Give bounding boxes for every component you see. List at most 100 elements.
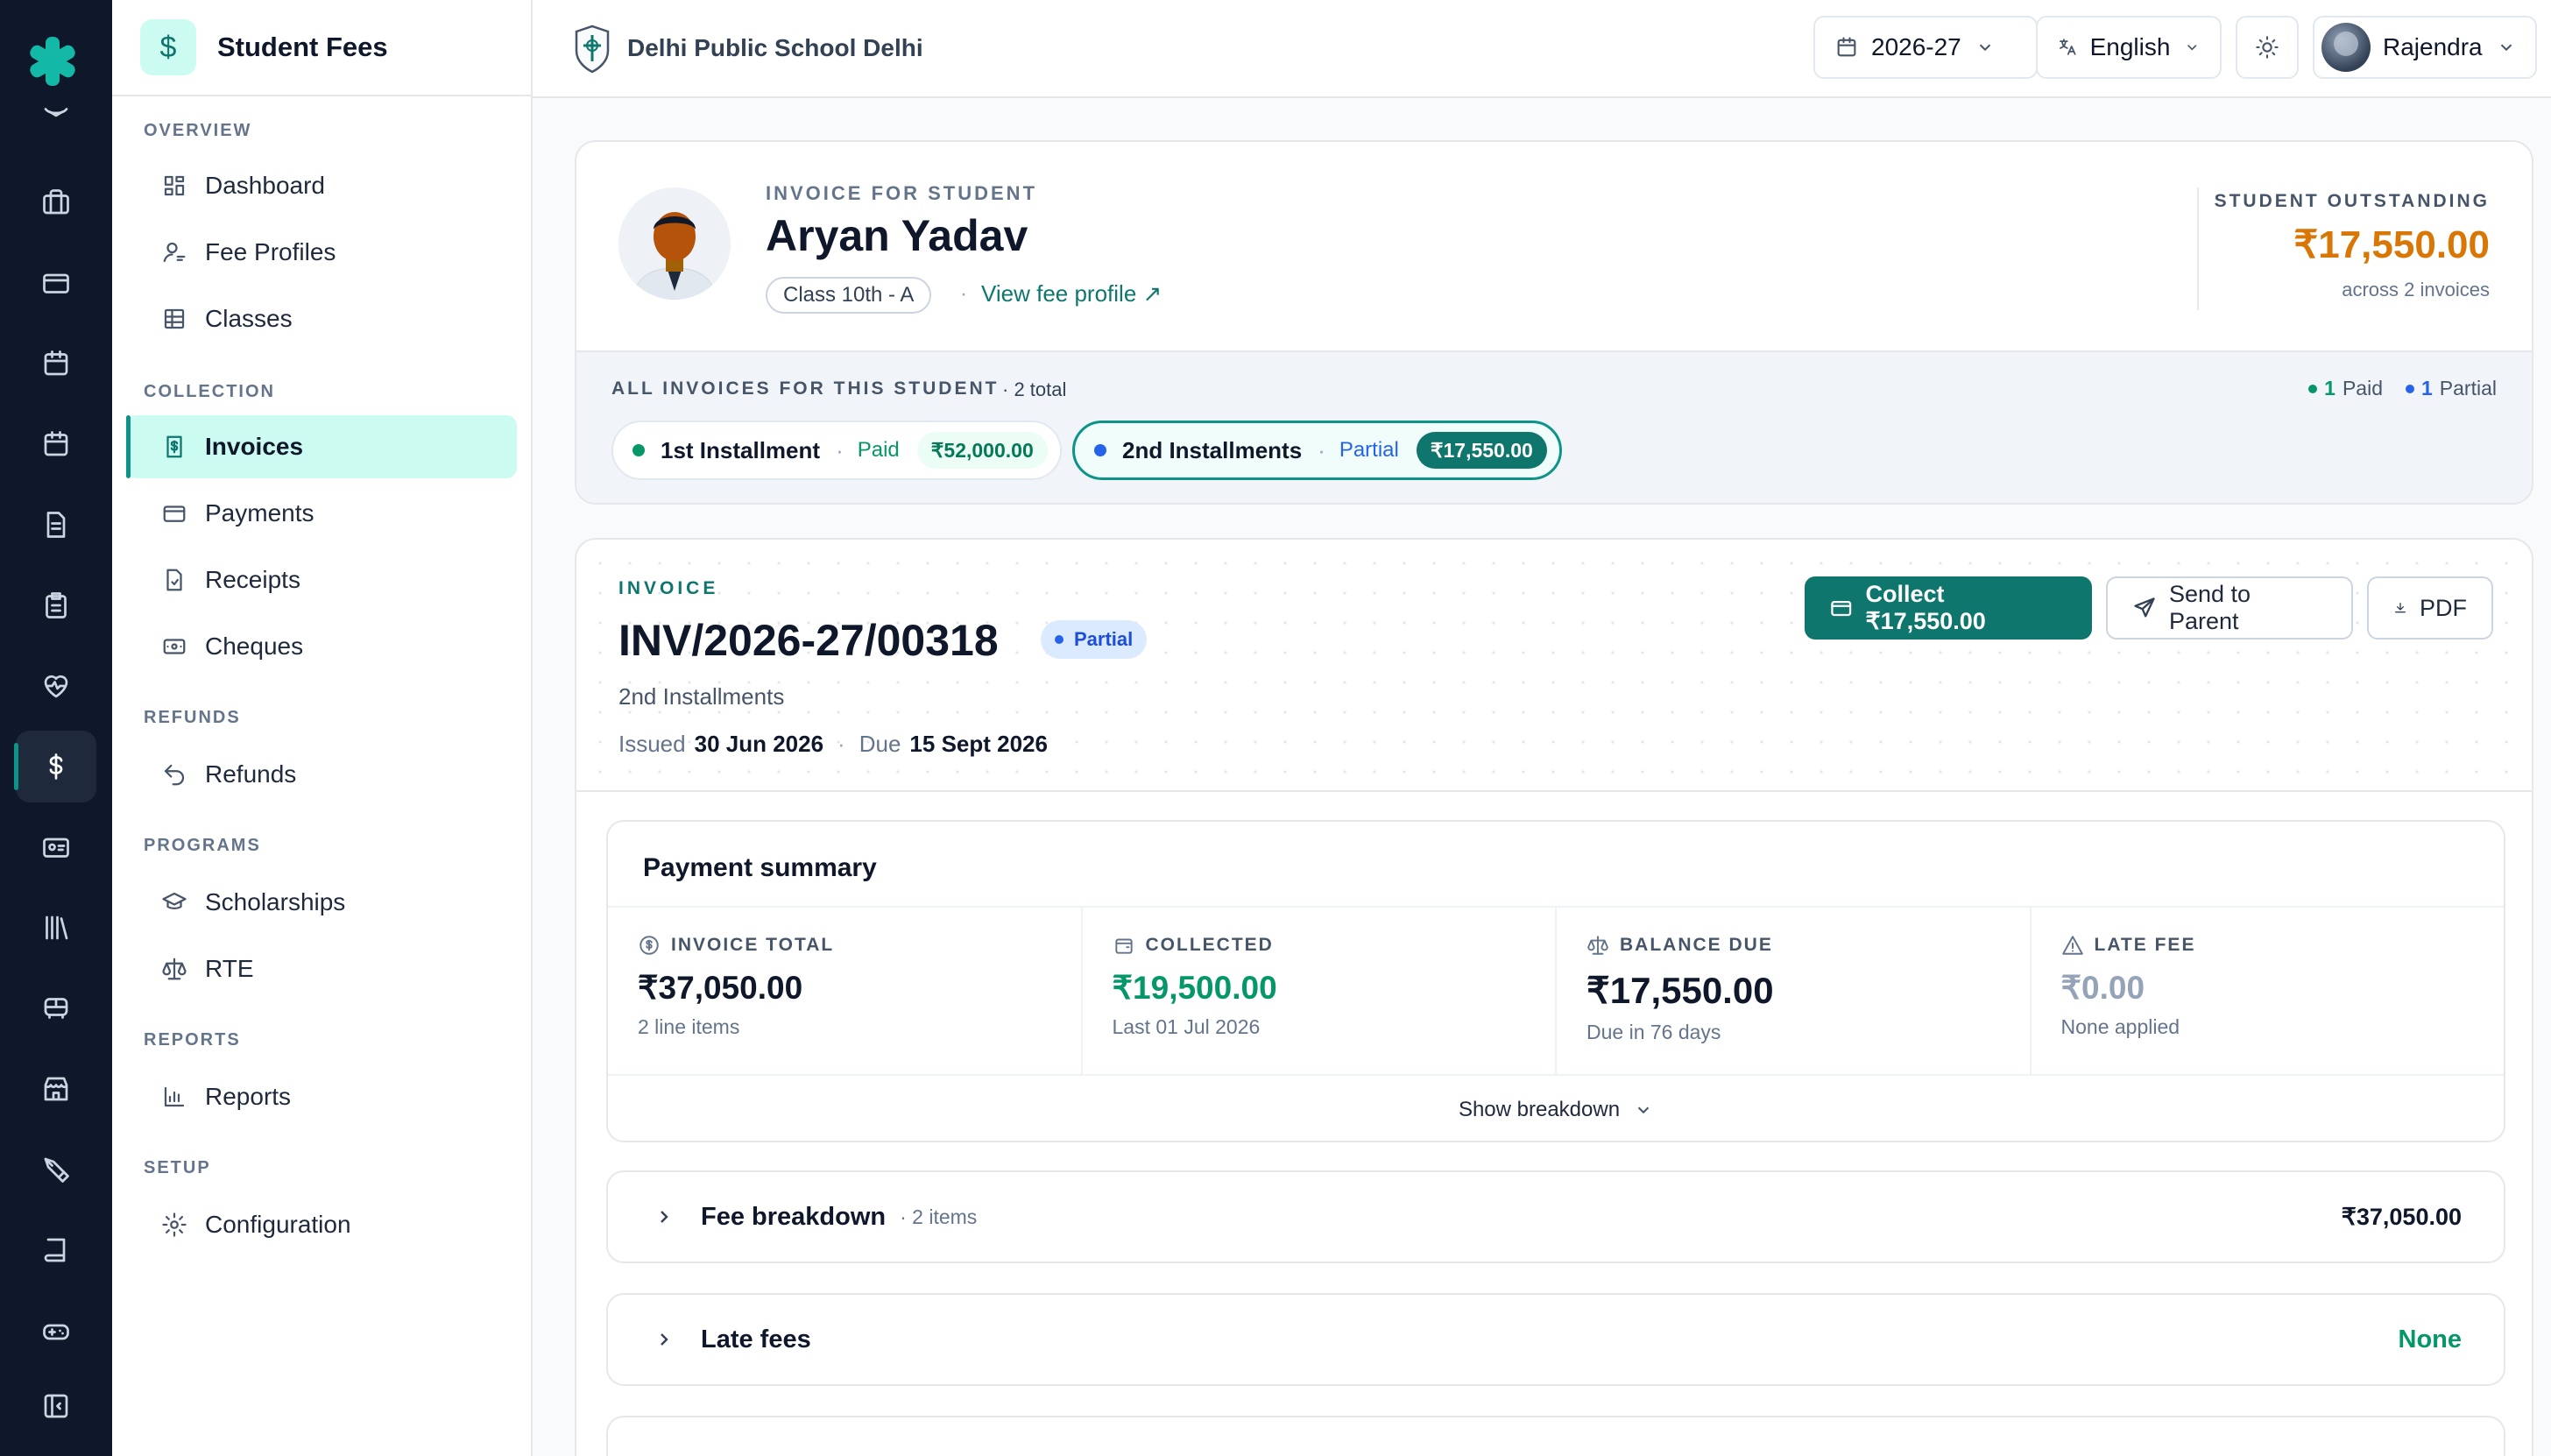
brand-asterisk-icon[interactable] xyxy=(25,33,81,89)
summary-value: ₹17,550.00 xyxy=(1586,970,1774,1011)
show-breakdown-label: Show breakdown xyxy=(1458,1098,1621,1121)
gamepad-icon[interactable] xyxy=(16,1295,96,1367)
invoice-pill-name: 1st Installment xyxy=(661,436,821,463)
summary-label: LATE FEE xyxy=(2094,935,2196,955)
send-to-parent-button[interactable]: Send to Parent xyxy=(2106,576,2353,640)
briefcase-icon[interactable] xyxy=(16,166,96,238)
collapse-panel-icon[interactable] xyxy=(16,1370,96,1442)
sun-icon xyxy=(2256,36,2279,59)
invoice-pill-1st-installment[interactable]: 1st Installment · Paid ₹52,000.00 xyxy=(611,421,1062,480)
section-refunds: REFUNDS xyxy=(144,708,241,727)
sidebar-item-configuration[interactable]: Configuration xyxy=(126,1193,517,1256)
status-legend: 1 Paid 1 Partial xyxy=(2308,377,2497,400)
sidebar-item-label: Invoices xyxy=(205,433,304,460)
summary-note: 2 line items xyxy=(638,1015,740,1038)
sidebar-item-label: Cheques xyxy=(205,633,304,660)
credit-card-icon xyxy=(1831,600,1852,617)
calendar-alt-icon[interactable] xyxy=(16,408,96,480)
invoice-pill-status: Partial xyxy=(1339,438,1399,462)
sidebar-item-classes[interactable]: Classes xyxy=(126,287,517,350)
library-icon[interactable] xyxy=(16,892,96,964)
bar-chart-icon xyxy=(164,1086,185,1107)
summary-value: ₹19,500.00 xyxy=(1112,970,1277,1006)
summary-invoice-total: INVOICE TOTAL ₹37,050.00 2 line items xyxy=(608,908,1083,1074)
invoice-pill-status: Paid xyxy=(857,438,900,462)
section-title: Fee breakdown xyxy=(701,1202,887,1231)
sidebar-item-scholarships[interactable]: Scholarships xyxy=(126,871,517,934)
academic-year-select[interactable]: 2026-27 xyxy=(1813,16,2038,79)
student-card: INVOICE FOR STUDENT Aryan Yadav Class 10… xyxy=(575,140,2533,505)
summary-value: ₹37,050.00 xyxy=(638,970,803,1006)
user-icon xyxy=(163,242,186,263)
calendar-icon[interactable] xyxy=(16,328,96,399)
sidebar-item-label: Configuration xyxy=(205,1211,351,1238)
dollar-icon[interactable] xyxy=(14,731,96,802)
separator-dot: · xyxy=(836,436,844,463)
chevron-right-icon xyxy=(661,1211,668,1223)
sidebar-item-receipts[interactable]: Receipts xyxy=(126,548,517,611)
separator-dot: · xyxy=(960,282,967,306)
credit-card-icon xyxy=(163,505,186,522)
view-fee-profile-link[interactable]: View fee profile ↗ xyxy=(981,280,1162,307)
invoice-pill-2nd-installments[interactable]: 2nd Installments · Partial ₹17,550.00 xyxy=(1072,421,1562,480)
invoice-label: INVOICE xyxy=(618,578,719,598)
show-breakdown-toggle[interactable]: Show breakdown xyxy=(608,1078,2504,1141)
summary-balance-due: BALANCE DUE ₹17,550.00 Due in 76 days xyxy=(1557,908,2032,1074)
sidebar-item-dashboard[interactable]: Dashboard xyxy=(126,154,517,217)
summary-label: INVOICE TOTAL xyxy=(671,935,835,955)
status-badge-label: Partial xyxy=(1074,628,1134,650)
pdf-button[interactable]: PDF xyxy=(2367,576,2493,640)
credit-card-icon[interactable] xyxy=(16,247,96,319)
theme-toggle-button[interactable] xyxy=(2236,16,2299,79)
fee-breakdown-section[interactable]: Fee breakdown · 2 items ₹37,050.00 xyxy=(606,1170,2505,1263)
sidebar-item-invoices[interactable]: Invoices xyxy=(126,415,517,478)
sidebar-item-payments[interactable]: Payments xyxy=(126,482,517,545)
invoice-pill-name: 2nd Installments xyxy=(1122,436,1303,463)
all-invoices-total: · 2 total xyxy=(1002,378,1067,400)
late-fees-section[interactable]: Late fees None xyxy=(606,1293,2505,1386)
section-title: Late fees xyxy=(701,1325,811,1354)
sidebar-item-refunds[interactable]: Refunds xyxy=(126,743,517,806)
partial-dot xyxy=(2406,384,2414,393)
sidebar-item-label: Dashboard xyxy=(205,172,325,199)
user-menu[interactable]: Rajendra xyxy=(2313,16,2537,79)
sidebar-item-fee-profiles[interactable]: Fee Profiles xyxy=(126,221,517,284)
invoice-number: INV/2026-27/00318 xyxy=(618,616,999,665)
all-invoices-label: ALL INVOICES FOR THIS STUDENT xyxy=(611,378,1000,399)
summary-label: BALANCE DUE xyxy=(1620,935,1773,955)
id-card-icon[interactable] xyxy=(16,811,96,883)
paid-dot xyxy=(2308,384,2318,393)
sidebar-item-label: Receipts xyxy=(205,566,300,593)
sidebar-item-label: RTE xyxy=(205,955,254,982)
status-badge: Partial xyxy=(1041,620,1148,659)
table-icon xyxy=(164,308,185,329)
sidebar-item-rte[interactable]: RTE xyxy=(126,937,517,1000)
transactions-section[interactable] xyxy=(606,1416,2505,1456)
status-dot xyxy=(1094,444,1106,456)
sidebar-item-cheques[interactable]: Cheques xyxy=(126,615,517,678)
book-icon[interactable] xyxy=(16,1214,96,1286)
module-sidebar: $ Student Fees OVERVIEW Dashboard Fee Pr… xyxy=(112,0,533,1456)
payment-summary-title: Payment summary xyxy=(643,853,877,882)
store-icon[interactable] xyxy=(16,1053,96,1125)
school-crest-icon xyxy=(575,25,610,74)
invoice-pill-amount: ₹17,550.00 xyxy=(1416,432,1547,469)
clipboard-icon[interactable] xyxy=(16,569,96,641)
graduation-icon[interactable] xyxy=(16,91,96,135)
summary-value: ₹0.00 xyxy=(2060,970,2145,1006)
language-select[interactable]: English xyxy=(2036,16,2222,79)
chevron-down-icon xyxy=(1637,1106,1650,1114)
collect-button[interactable]: Collect ₹17,550.00 xyxy=(1805,576,2092,640)
sidebar-item-reports[interactable]: Reports xyxy=(126,1065,517,1128)
heart-pulse-icon[interactable] xyxy=(16,650,96,722)
warning-icon xyxy=(2061,936,2083,955)
chevron-right-icon xyxy=(661,1333,668,1346)
status-dot xyxy=(1055,635,1064,644)
status-dot xyxy=(632,444,645,456)
section-reports: REPORTS xyxy=(144,1030,241,1050)
receipt-icon xyxy=(166,569,182,591)
bus-icon[interactable] xyxy=(16,972,96,1044)
student-name: Aryan Yadav xyxy=(766,211,1028,260)
pen-tool-icon[interactable] xyxy=(16,1134,96,1205)
document-icon[interactable] xyxy=(16,489,96,561)
